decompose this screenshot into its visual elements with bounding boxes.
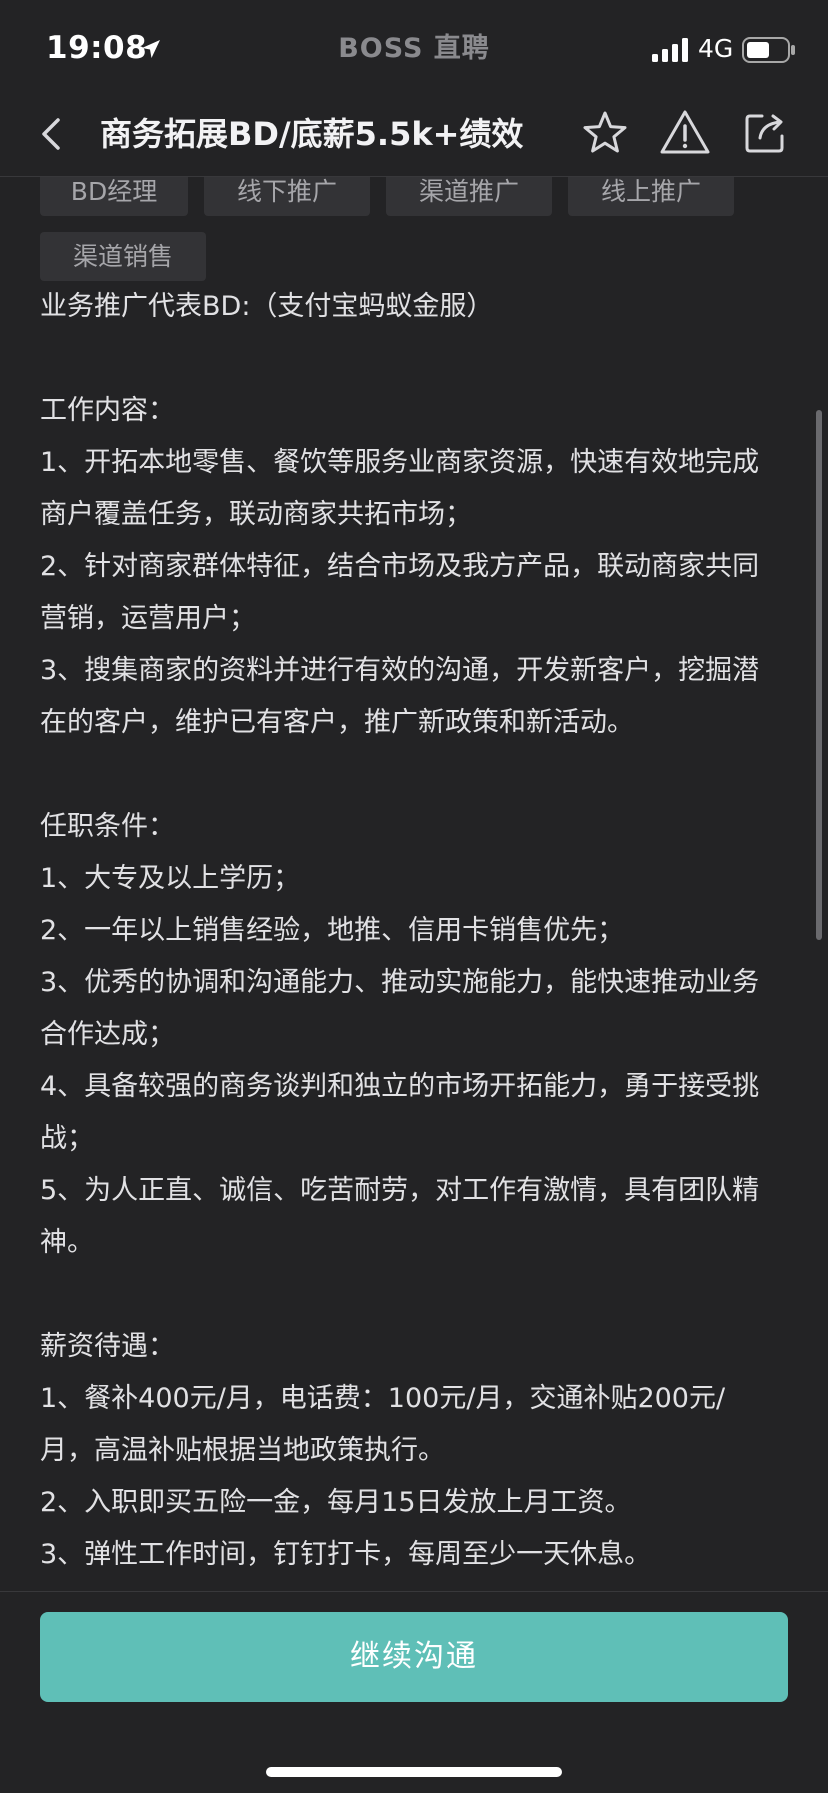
description-line: 1、开拓本地零售、餐饮等服务业商家资源，快速有效地完成 [40, 447, 760, 478]
description-line: 4、具备较强的商务谈判和独立的市场开拓能力，勇于接受挑 [40, 1071, 760, 1102]
tag-item: 线下推广 [204, 177, 370, 216]
tag-list: BD经理 线下推广 渠道推广 线上推广 渠道销售 [40, 177, 800, 281]
description-line: 3、优秀的协调和沟通能力、推动实施能力，能快速推动业务 [40, 967, 760, 998]
network-label: 4G [698, 34, 734, 63]
scrollbar[interactable] [816, 410, 822, 940]
description-line [40, 1269, 790, 1321]
description-line: 工作内容： [40, 395, 175, 426]
description-line: 2、针对商家群体特征，结合市场及我方产品，联动商家共同 [40, 551, 760, 582]
description-line: 2、入职即买五险一金，每月15日发放上月工资。 [40, 1487, 632, 1518]
description-line [40, 333, 790, 385]
description-line: 战； [40, 1123, 94, 1154]
continue-chat-button[interactable]: 继续沟通 [40, 1612, 788, 1702]
tag-item: 线上推广 [568, 177, 734, 216]
page-title: 商务拓展BD/底薪5.5k+绩效 [100, 115, 524, 153]
tag-item: BD经理 [40, 177, 188, 216]
signal-icon [652, 38, 688, 62]
nav-bar: 商务拓展BD/底薪5.5k+绩效 [0, 96, 828, 177]
description-line [40, 749, 790, 801]
description-line: 任职条件： [40, 811, 175, 842]
tag-item: 渠道推广 [386, 177, 552, 216]
job-description: 业务推广代表BD:（支付宝蚂蚁金服） 工作内容： 1、开拓本地零售、餐饮等服务业… [40, 281, 790, 1581]
description-line: 在的客户，维护已有客户，推广新政策和新活动。 [40, 707, 634, 738]
description-line: 合作达成； [40, 1019, 175, 1050]
warning-icon[interactable] [658, 106, 712, 160]
description-line: 3、搜集商家的资料并进行有效的沟通，开发新客户，挖掘潜 [40, 655, 760, 686]
description-line: 1、大专及以上学历； [40, 863, 301, 894]
description-line: 神。 [40, 1227, 94, 1258]
home-indicator[interactable] [266, 1767, 562, 1777]
status-bar: 19:08 BOSS 直聘 4G [0, 0, 828, 96]
description-line: 月，高温补贴根据当地政策执行。 [40, 1435, 445, 1466]
share-icon[interactable] [740, 108, 790, 158]
description-line: 薪资待遇： [40, 1331, 175, 1362]
tag-item: 渠道销售 [40, 232, 206, 281]
description-line: 营销，运营用户； [40, 603, 256, 634]
description-line: 1、餐补400元/月，电话费：100元/月，交通补贴200元/ [40, 1383, 726, 1414]
star-icon[interactable] [580, 108, 630, 158]
description-line: 3、弹性工作时间，钉钉打卡，每周至少一天休息。 [40, 1539, 652, 1570]
description-line: 2、一年以上销售经验，地推、信用卡销售优先； [40, 915, 625, 946]
battery-icon [742, 37, 795, 63]
description-line: 5、为人正直、诚信、吃苦耐劳，对工作有激情，具有团队精 [40, 1175, 760, 1206]
description-line: 商户覆盖任务，联动商家共拓市场； [40, 499, 472, 530]
back-icon[interactable] [30, 106, 72, 162]
description-line: 业务推广代表BD:（支付宝蚂蚁金服） [40, 291, 494, 322]
bottom-action-bar: 继续沟通 [0, 1591, 828, 1793]
job-detail-content[interactable]: BD经理 线下推广 渠道推广 线上推广 渠道销售 业务推广代表BD:（支付宝蚂蚁… [0, 177, 828, 1591]
